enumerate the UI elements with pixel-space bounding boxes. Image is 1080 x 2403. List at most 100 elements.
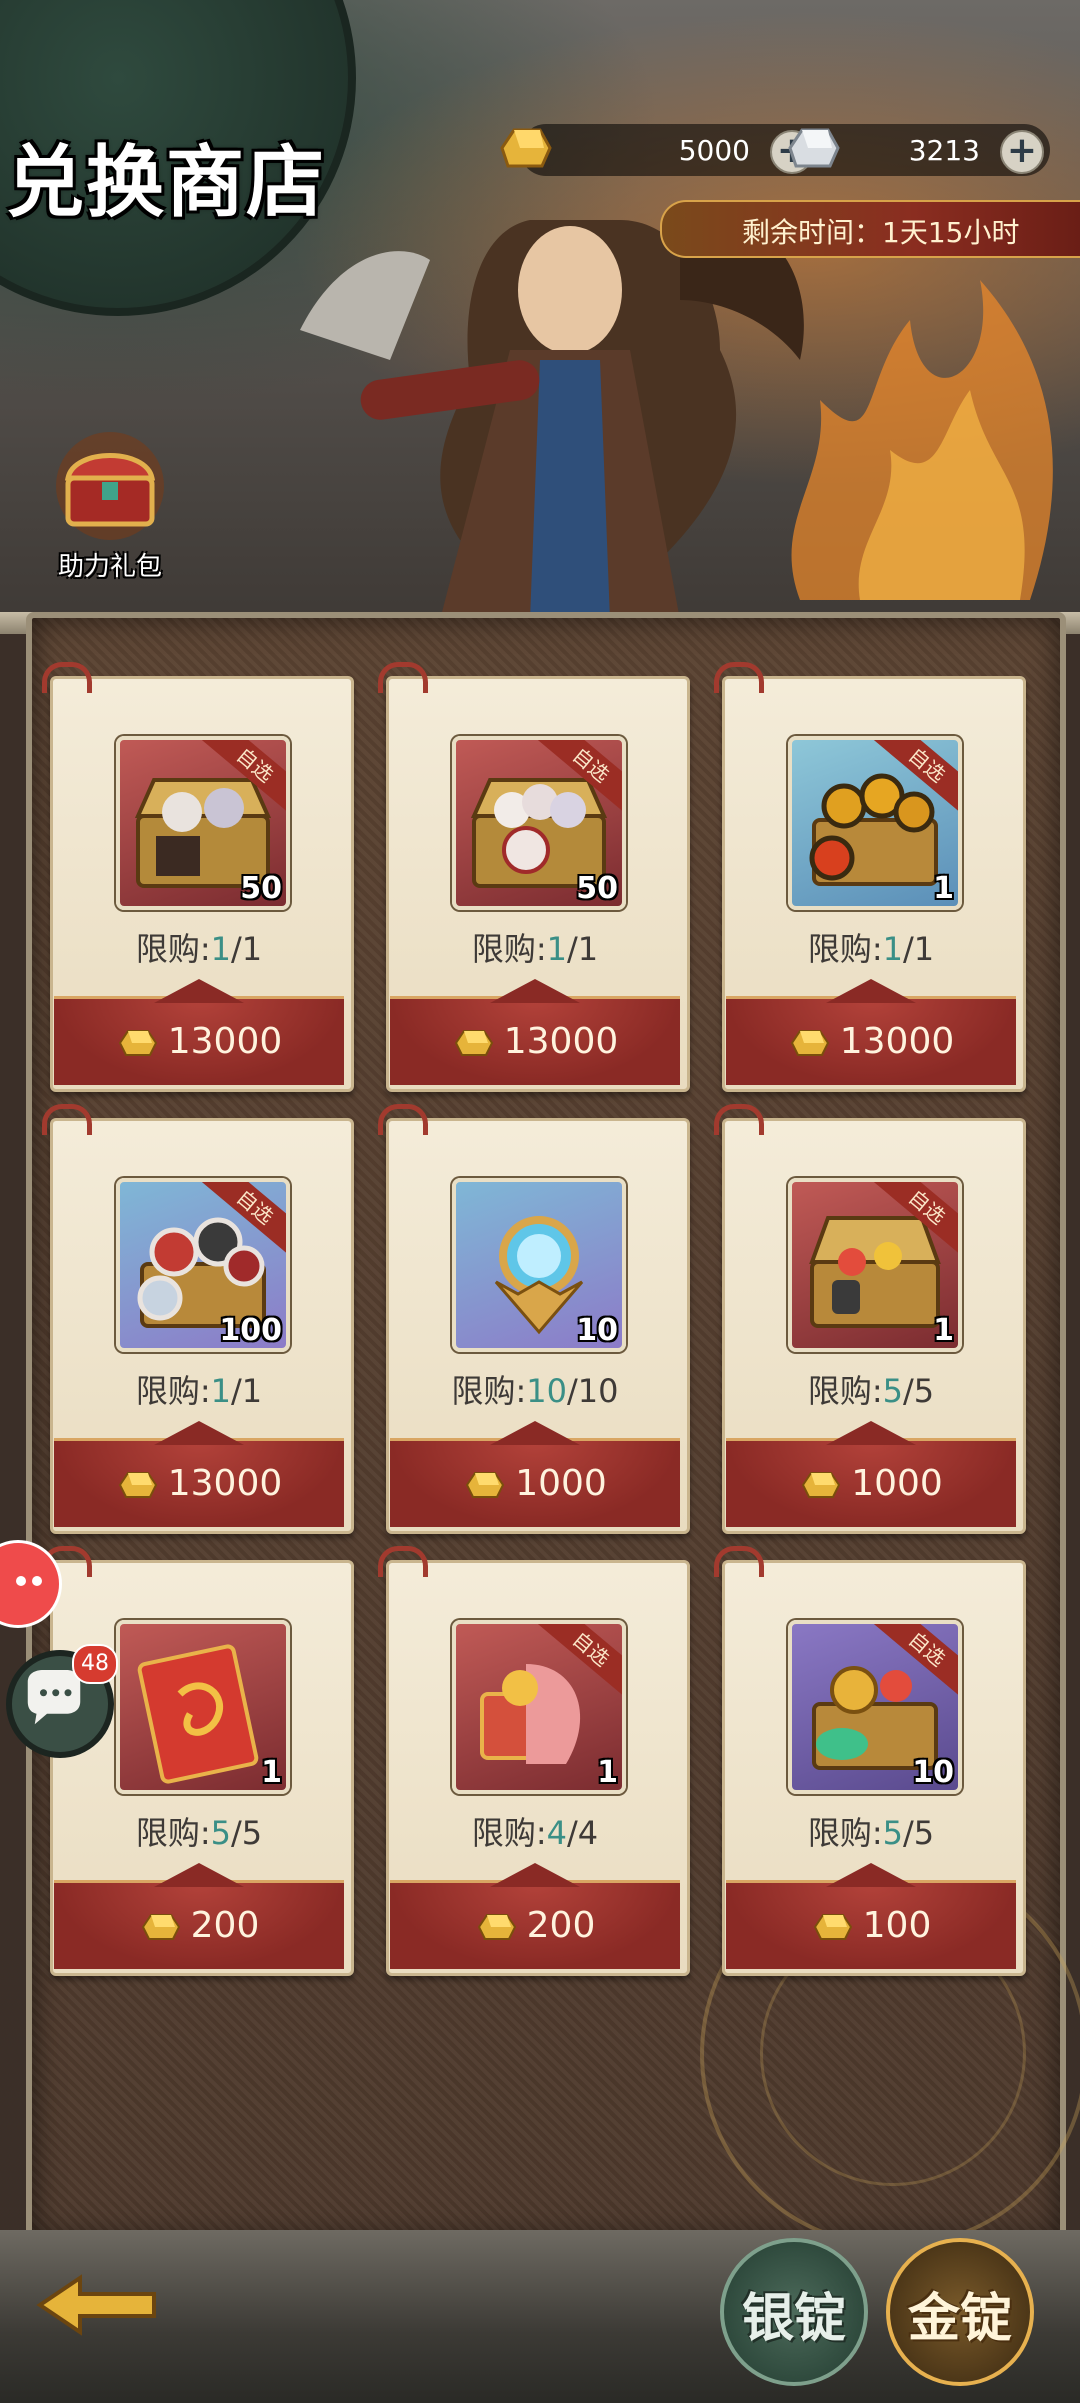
buy-button[interactable]: 200 [390, 1863, 680, 1969]
limit-current: 1 [546, 930, 567, 968]
hero-pick-chest-item[interactable]: 自选 50 [452, 736, 626, 910]
shop-item-card[interactable]: 自选 50 限购:1/1 13000 [42, 662, 354, 1092]
shop-item-card[interactable]: 自选 10 限购:5/5 100 [714, 1546, 1026, 1976]
limit-max: /1 [231, 1372, 263, 1410]
price-amount: 1000 [515, 1463, 607, 1504]
limit-label: 限购: [807, 930, 883, 968]
item-quantity: 10 [912, 1755, 954, 1790]
limit-current: 4 [546, 1814, 567, 1852]
add-silver-button[interactable]: + [1000, 130, 1044, 174]
limit-max: /5 [903, 1372, 935, 1410]
gold-ingot-icon [118, 1472, 157, 1498]
hanging-hook [714, 662, 764, 693]
shop-item-card[interactable]: 10 限购:10/10 1000 [378, 1104, 690, 1534]
resource-pick-chest-item[interactable]: 自选 10 [788, 1620, 962, 1794]
hanging-hook [42, 1104, 92, 1135]
crest-item[interactable]: 10 [452, 1178, 626, 1352]
hanging-hook [378, 662, 428, 693]
buy-button[interactable]: 13000 [726, 979, 1016, 1085]
purchase-limit: 限购:1/1 [50, 924, 348, 970]
limit-current: 1 [882, 930, 903, 968]
hero-banner: 兑换商店 5000 + 3213 + 剩余时间：1天15小时 助力礼包 [0, 0, 1080, 620]
limit-current: 1 [210, 1372, 231, 1410]
hanging-hook [42, 662, 92, 693]
tab-gold-ingot[interactable]: 金锭 [886, 2238, 1034, 2386]
gold-amount: 5000 [678, 134, 750, 167]
tab-silver-label: 银锭 [741, 2288, 846, 2349]
limit-label: 限购: [471, 1814, 547, 1852]
tab-silver-ingot[interactable]: 银锭 [720, 2238, 868, 2386]
limit-current: 5 [882, 1814, 903, 1852]
shop-item-card[interactable]: 自选 1 限购:1/1 13000 [714, 662, 1026, 1092]
shop-item-card[interactable]: 自选 1 限购:4/4 200 [378, 1546, 690, 1976]
silver-ingot-icon [788, 128, 840, 168]
limit-current: 10 [526, 1372, 567, 1410]
limit-label: 限购: [451, 1372, 527, 1410]
orb-pick-chest-item[interactable]: 自选 100 [116, 1178, 290, 1352]
buy-button[interactable]: 13000 [390, 979, 680, 1085]
price-row: 100 [726, 1905, 1016, 1946]
gold-ingot-icon [500, 128, 552, 168]
assistant-face-icon [16, 1576, 42, 1586]
buy-button[interactable]: 1000 [726, 1421, 1016, 1527]
price-amount: 200 [526, 1905, 596, 1946]
purchase-limit: 限购:4/4 [386, 1808, 684, 1854]
gold-ingot-icon [813, 1914, 852, 1940]
buy-button[interactable]: 13000 [54, 979, 344, 1085]
hanging-hook [714, 1104, 764, 1135]
price-row: 13000 [54, 1021, 344, 1062]
price-row: 13000 [726, 1021, 1016, 1062]
price-amount: 13000 [839, 1021, 955, 1062]
price-row: 200 [54, 1905, 344, 1946]
gold-ingot-icon [454, 1030, 493, 1056]
hanging-hook [714, 1546, 764, 1577]
shop-item-card[interactable]: 自选 1 限购:5/5 1000 [714, 1104, 1026, 1534]
treasure-pick-chest-item[interactable]: 自选 1 [788, 1178, 962, 1352]
item-quantity: 1 [933, 1313, 954, 1348]
price-amount: 13000 [503, 1021, 619, 1062]
gold-ingot-icon [790, 1030, 829, 1056]
tab-gold-label: 金锭 [907, 2288, 1012, 2349]
limit-max: /4 [567, 1814, 599, 1852]
gold-ingot-icon [477, 1914, 516, 1940]
buy-button[interactable]: 100 [726, 1863, 1016, 1969]
shop-item-card[interactable]: 自选 50 限购:1/1 13000 [378, 662, 690, 1092]
price-amount: 100 [862, 1905, 932, 1946]
limit-label: 限购: [135, 930, 211, 968]
limit-max: /5 [903, 1814, 935, 1852]
price-amount: 13000 [167, 1463, 283, 1504]
limit-max: /10 [567, 1372, 619, 1410]
orb-chest-item[interactable]: 自选 1 [788, 736, 962, 910]
purchase-limit: 限购:5/5 [722, 1366, 1020, 1412]
limit-max: /1 [903, 930, 935, 968]
hanging-hook [378, 1104, 428, 1135]
chat-button[interactable]: 48 [6, 1644, 118, 1758]
price-row: 1000 [390, 1463, 680, 1504]
purchase-limit: 限购:5/5 [50, 1808, 348, 1854]
price-row: 13000 [54, 1463, 344, 1504]
buy-button[interactable]: 200 [54, 1863, 344, 1969]
floating-assistant-button[interactable] [0, 1540, 62, 1628]
red-envelope-item[interactable]: 1 [116, 1620, 290, 1794]
limit-current: 5 [210, 1814, 231, 1852]
hero-pick-chest-item[interactable]: 自选 50 [116, 736, 290, 910]
item-quantity: 100 [219, 1313, 282, 1348]
buy-button[interactable]: 13000 [54, 1421, 344, 1527]
shop-item-card[interactable]: 1 限购:5/5 200 [42, 1546, 354, 1976]
back-arrow-icon[interactable] [30, 2270, 160, 2340]
price-amount: 200 [190, 1905, 260, 1946]
limit-current: 5 [882, 1372, 903, 1410]
buy-button[interactable]: 1000 [390, 1421, 680, 1527]
limit-label: 限购: [135, 1814, 211, 1852]
support-gift-pack-button[interactable]: 助力礼包 [46, 430, 174, 582]
hanging-hook [378, 1546, 428, 1577]
purchase-limit: 限购:1/1 [386, 924, 684, 970]
silver-amount: 3213 [908, 134, 980, 167]
price-row: 200 [390, 1905, 680, 1946]
page-title: 兑换商店 [6, 137, 327, 228]
item-quantity: 50 [576, 871, 618, 906]
gift-bundle-item[interactable]: 自选 1 [452, 1620, 626, 1794]
treasure-chest-icon [56, 432, 164, 540]
shop-item-card[interactable]: 自选 100 限购:1/1 13000 [42, 1104, 354, 1534]
purchase-limit: 限购:1/1 [50, 1366, 348, 1412]
